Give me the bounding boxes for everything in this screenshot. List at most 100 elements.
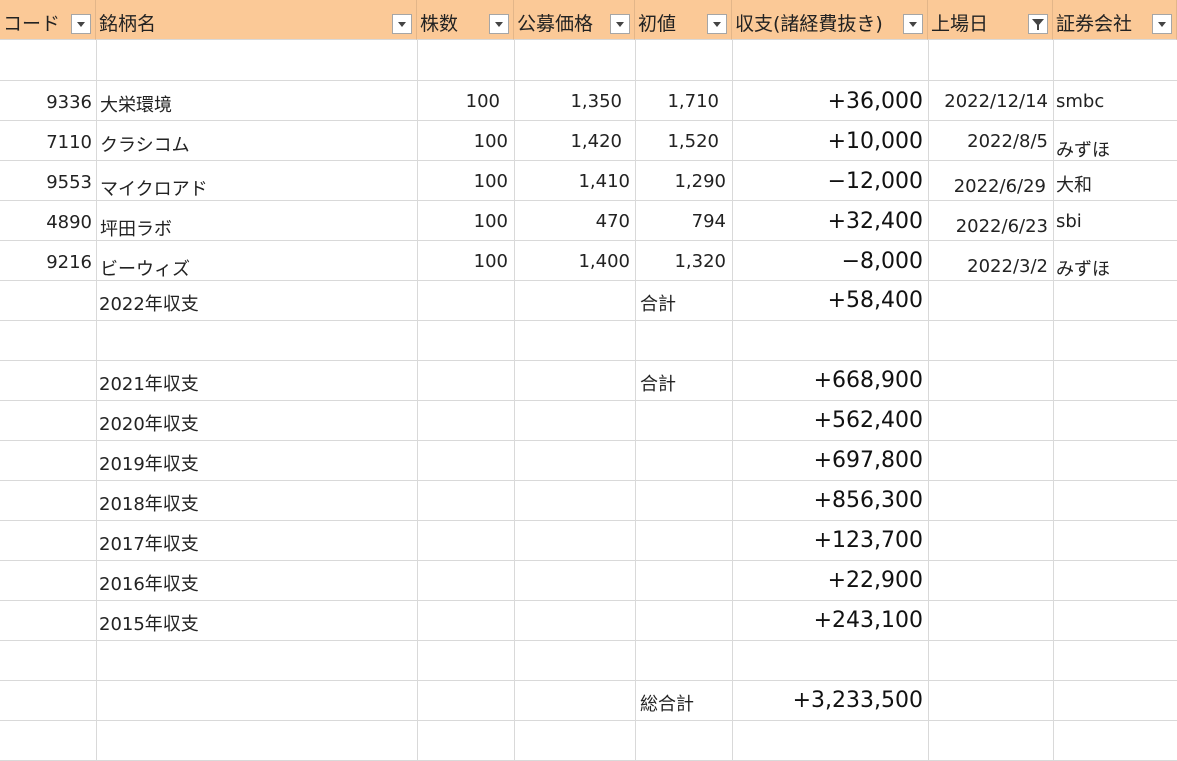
cell-profit: +10,000 [827,129,923,154]
year-summary-value: +243,100 [813,608,923,633]
grid-hline [0,640,1177,641]
cell-code: 9553 [46,172,92,193]
grid-hline [0,120,1177,121]
year-summary-label: 2017年収支 [99,534,199,555]
cell-offer: 1,410 [578,171,630,192]
filter-active-icon[interactable] [1028,14,1048,34]
cell-profit: +36,000 [827,89,923,114]
funnel-stem [1037,25,1039,30]
filter-dropdown-icon[interactable] [392,14,412,34]
year-summary-value: +856,300 [813,488,923,513]
grand-total-value: +3,233,500 [792,688,923,713]
cell-broker: みずほ [1056,140,1110,161]
year-summary-label: 2022年収支 [99,294,199,315]
cell-initial: 794 [691,211,726,232]
grid-hline [0,80,1177,81]
cell-offer: 1,400 [578,251,630,272]
filter-dropdown-icon[interactable] [707,14,727,34]
chevron-down-icon [1158,22,1166,27]
cell-shares: 100 [465,91,500,112]
cell-date: 2022/12/14 [944,91,1048,112]
cell-broker: 大和 [1056,175,1092,196]
cell-date: 2022/6/23 [955,216,1048,237]
filter-dropdown-icon[interactable] [903,14,923,34]
cell-code: 7110 [46,132,92,153]
filter-dropdown-icon[interactable] [1152,14,1172,34]
cell-offer: 1,420 [570,131,622,152]
filter-dropdown-icon[interactable] [71,14,91,34]
cell-offer: 470 [595,211,630,232]
chevron-down-icon [495,22,503,27]
cell-initial: 1,290 [674,171,726,192]
chevron-down-icon [398,22,406,27]
header-offer[interactable]: 公募価格 [514,0,635,40]
cell-profit: +32,400 [827,209,923,234]
cell-broker: みずほ [1056,259,1110,280]
grand-total-label: 総合計 [640,694,694,715]
year-summary-label: 2021年収支 [99,374,199,395]
filter-dropdown-icon[interactable] [489,14,509,34]
spreadsheet: コード 銘柄名 株数 公募価格 初値 収支(諸経費抜き) 上場日 証券会社 9336 大栄環境 10… [0,0,1177,761]
year-summary-label: 2015年収支 [99,614,199,635]
total-label: 合計 [640,294,676,315]
cell-shares: 100 [473,211,508,232]
chevron-down-icon [616,22,624,27]
grid-hline [0,320,1177,321]
header-name[interactable]: 銘柄名 [96,0,417,40]
year-summary-label: 2016年収支 [99,574,199,595]
header-label-code: コード [3,13,61,35]
grid-hline [0,680,1177,681]
grid-hline [0,160,1177,161]
grid-hline [0,400,1177,401]
header-initial[interactable]: 初値 [635,0,732,40]
cell-shares: 100 [473,131,508,152]
header-shares[interactable]: 株数 [417,0,514,40]
year-summary-value: +562,400 [813,408,923,433]
cell-code: 9216 [46,252,92,273]
cell-profit: −12,000 [827,169,923,194]
grid-hline [0,360,1177,361]
total-label: 合計 [640,374,676,395]
header-code[interactable]: コード [0,0,96,40]
header-label-offer: 公募価格 [517,13,594,35]
header-date[interactable]: 上場日 [928,0,1053,40]
cell-initial: 1,520 [667,131,719,152]
grid-hline [0,240,1177,241]
grid-hline [0,720,1177,721]
year-summary-value: +697,800 [813,448,923,473]
cell-date: 2022/6/29 [953,176,1046,197]
cell-profit: −8,000 [841,249,923,274]
grid-hline [0,520,1177,521]
cell-name: ビーウィズ [100,259,190,280]
year-summary-label: 2020年収支 [99,414,199,435]
header-profit[interactable]: 収支(諸経費抜き) [732,0,928,40]
grid-hline [0,440,1177,441]
year-summary-value: +58,400 [827,288,923,313]
cell-name: クラシコム [100,135,190,156]
cell-broker: smbc [1056,91,1105,112]
cell-initial: 1,710 [667,91,719,112]
chevron-down-icon [909,22,917,27]
grid-hline [0,480,1177,481]
header-label-shares: 株数 [420,13,459,35]
cell-initial: 1,320 [674,251,726,272]
header-label-initial: 初値 [638,13,677,35]
year-summary-label: 2019年収支 [99,454,199,475]
cell-name: 大栄環境 [100,95,172,116]
chevron-down-icon [713,22,721,27]
cell-date: 2022/8/5 [967,131,1048,152]
cell-shares: 100 [473,251,508,272]
filter-dropdown-icon[interactable] [610,14,630,34]
header-broker[interactable]: 証券会社 [1053,0,1177,40]
cell-name: マイクロアド [100,179,208,200]
year-summary-value: +123,700 [813,528,923,553]
chevron-down-icon [77,22,85,27]
header-label-name: 銘柄名 [99,13,157,35]
year-summary-value: +22,900 [827,568,923,593]
year-summary-value: +668,900 [813,368,923,393]
year-summary-label: 2018年収支 [99,494,199,515]
header-label-profit: 収支(諸経費抜き) [735,13,883,35]
header-label-broker: 証券会社 [1056,13,1133,35]
header-label-date: 上場日 [931,13,989,35]
grid-hline [0,600,1177,601]
